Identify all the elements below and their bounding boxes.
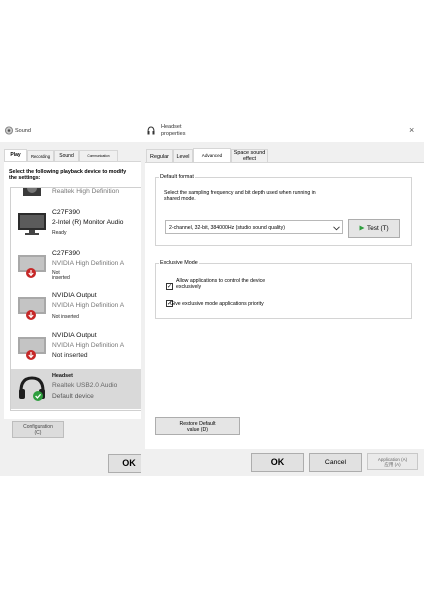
exclusive-priority-label: Give exclusive mode applications priorit… xyxy=(170,301,264,307)
device-driver: NVIDIA High Definition A xyxy=(52,342,125,349)
restore-defaults-button[interactable]: Restore Default value (D) xyxy=(155,417,240,435)
test-label: Test (T) xyxy=(367,225,389,232)
monitor-disconnected-icon xyxy=(18,337,46,360)
allow-exclusive-label: Allow applications to control the device… xyxy=(176,278,266,290)
device-driver: Realtek USB2.0 Audio xyxy=(52,382,118,389)
sound-instruction: Select the following playback device to … xyxy=(9,169,127,182)
device-item[interactable]: NVIDIA Output NVIDIA High Definition A N… xyxy=(11,289,141,329)
exclusive-mode-legend: Exclusive Mode xyxy=(160,260,198,266)
chevron-down-icon xyxy=(333,226,340,231)
device-item[interactable]: NVIDIA Output NVIDIA High Definition A N… xyxy=(11,329,141,369)
props-ok-button[interactable]: OK xyxy=(251,453,304,472)
restore-shortcut: value (D) xyxy=(186,427,209,433)
sound-titlebar: Sound xyxy=(0,118,141,142)
allow-exclusive-checkbox[interactable]: ✓ xyxy=(166,283,173,290)
close-icon[interactable]: × xyxy=(409,125,414,135)
tab-regular[interactable]: Regular xyxy=(146,149,173,163)
device-status: Default device xyxy=(52,393,94,400)
device-driver: 2-Intel (R) Monitor Audio xyxy=(52,219,124,226)
tab-communication[interactable]: Communication xyxy=(79,150,118,161)
tab-advanced[interactable]: Advanced xyxy=(193,148,231,163)
device-name: Headset xyxy=(52,373,73,379)
device-status: Not inserted xyxy=(52,270,70,282)
device-name: NVIDIA Output xyxy=(52,332,97,339)
device-driver: NVIDIA High Definition A xyxy=(52,302,125,309)
exclusive-mode-group: Exclusive Mode ✓ Allow applications to c… xyxy=(155,260,412,319)
tab-play[interactable]: Play xyxy=(4,149,27,161)
device-item[interactable]: Realtek High Definition xyxy=(11,188,141,206)
tab-level[interactable]: Level xyxy=(173,149,193,163)
device-status: Not inserted xyxy=(52,352,88,359)
default-format-description: Select the sampling frequency and bit de… xyxy=(164,190,316,203)
speaker-icon xyxy=(23,188,41,196)
device-item[interactable]: C27F390 NVIDIA High Definition A Not ins… xyxy=(11,247,141,287)
props-cancel-button[interactable]: Cancel xyxy=(309,453,362,472)
tab-sound[interactable]: Sound xyxy=(54,150,79,161)
device-name: NVIDIA Output xyxy=(52,292,97,299)
device-item-selected[interactable]: Headset Realtek USB2.0 Audio Default dev… xyxy=(11,369,141,409)
device-item[interactable]: C27F390 2-Intel (R) Monitor Audio Ready xyxy=(11,205,141,245)
device-name: C27F390 xyxy=(52,209,80,216)
device-list[interactable]: Realtek High Definition C27F390 2-Intel … xyxy=(10,187,141,411)
headset-properties-window: Headset properties × Regular Level Advan… xyxy=(141,118,424,476)
device-name: C27F390 xyxy=(52,250,80,257)
props-title-line1: Headset xyxy=(161,124,182,130)
test-button[interactable]: Test (T) xyxy=(348,219,400,238)
sound-window-title: Sound xyxy=(15,128,31,134)
device-driver: NVIDIA High Definition A xyxy=(52,260,125,267)
device-status: Not inserted xyxy=(52,314,79,320)
sample-format-select[interactable]: 2-channel, 32-bit, 384000Hz (studio soun… xyxy=(165,220,343,234)
sound-ok-button[interactable]: OK xyxy=(108,454,141,473)
advanced-panel: Default format Select the sampling frequ… xyxy=(145,162,424,449)
monitor-disconnected-icon xyxy=(18,297,46,320)
tab-recording[interactable]: Recording xyxy=(27,150,54,161)
apply-label-secondary: 应用 (A) xyxy=(384,462,401,467)
sound-window: Sound Play Recording Sound Communication… xyxy=(0,118,142,476)
sample-format-value: 2-channel, 32-bit, 384000Hz (studio soun… xyxy=(169,225,285,231)
default-format-legend: Default format xyxy=(160,174,194,180)
monitor-icon xyxy=(18,213,46,235)
device-driver: Realtek High Definition xyxy=(52,188,120,195)
props-apply-button[interactable]: Application (A) 应用 (A) xyxy=(367,453,418,470)
configure-shortcut: (C) xyxy=(34,430,42,436)
configure-button[interactable]: Configuration (C) xyxy=(12,421,64,438)
headset-app-icon xyxy=(147,126,155,135)
device-status: Ready xyxy=(52,230,67,236)
props-titlebar: Headset properties × xyxy=(141,118,424,142)
speaker-app-icon xyxy=(5,126,13,135)
headset-default-icon xyxy=(19,376,45,401)
monitor-disconnected-icon xyxy=(18,255,46,278)
play-icon xyxy=(359,225,365,231)
tab-space-sound-effect[interactable]: Space sound effect xyxy=(231,149,268,163)
props-title-line2: properties xyxy=(161,131,186,137)
